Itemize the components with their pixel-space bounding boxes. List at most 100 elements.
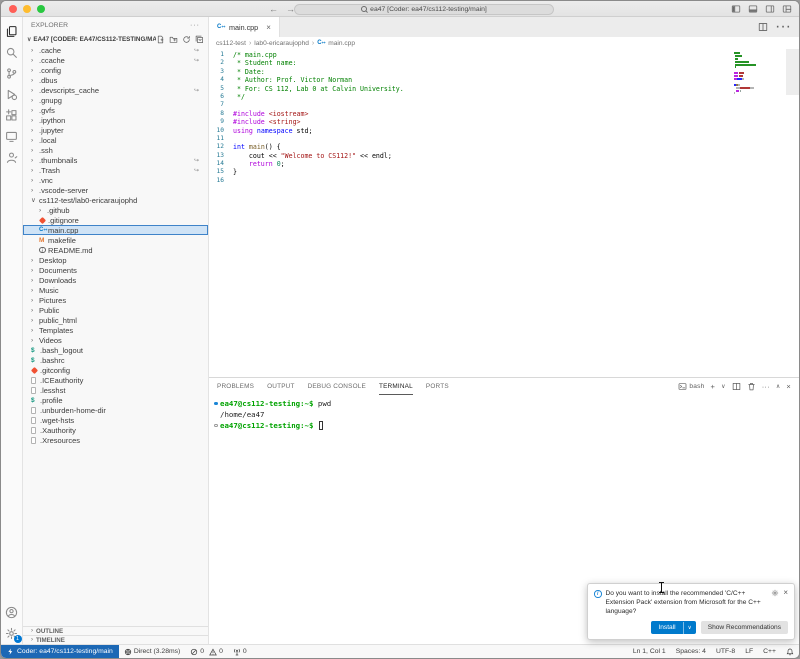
tree-item--jupyter[interactable]: ›.jupyter <box>23 125 208 135</box>
activity-accounts-icon[interactable] <box>1 602 23 623</box>
tree-item-readme-md[interactable]: iREADME.md <box>23 245 208 255</box>
activity-remote-explorer-icon[interactable] <box>1 126 23 147</box>
show-recommendations-button[interactable]: Show Recommendations <box>701 621 788 634</box>
tree-item--bash-logout[interactable]: $.bash_logout <box>23 345 208 355</box>
refresh-icon[interactable] <box>182 35 191 44</box>
activity-coder-icon[interactable] <box>1 147 23 168</box>
tree-item-videos[interactable]: ›Videos <box>23 335 208 345</box>
tree-item-main-cpp[interactable]: C++main.cpp <box>23 225 208 235</box>
tree-item-makefile[interactable]: Mmakefile <box>23 235 208 245</box>
kill-terminal-icon[interactable] <box>747 382 756 391</box>
tree-item--gvfs[interactable]: ›.gvfs <box>23 105 208 115</box>
timeline-section[interactable]: › TIMELINE <box>23 635 208 644</box>
language-mode[interactable]: C++ <box>758 645 781 658</box>
panel-tab-terminal[interactable]: TERMINAL <box>379 378 413 395</box>
minimap[interactable] <box>734 52 776 98</box>
code-editor[interactable]: 1/* main.cpp2 * Student name:3 * Date:4 … <box>209 49 799 377</box>
editor-more-actions-icon[interactable]: ··· <box>775 18 791 36</box>
maximize-panel-icon[interactable]: ∧ <box>776 383 781 390</box>
new-file-icon[interactable] <box>156 35 165 44</box>
close-panel-icon[interactable]: × <box>786 382 791 391</box>
breadcrumb-segment[interactable]: cs112-test <box>216 40 246 47</box>
tree-item--xresources[interactable]: .Xresources <box>23 435 208 445</box>
layout-sidebar-right-icon[interactable] <box>765 4 775 14</box>
explorer-more-actions-icon[interactable]: ··· <box>190 22 200 29</box>
tree-item--iceauthority[interactable]: .ICEauthority <box>23 375 208 385</box>
breadcrumb-segment[interactable]: main.cpp <box>328 40 355 47</box>
close-tab-icon[interactable]: × <box>266 23 271 32</box>
split-editor-icon[interactable] <box>758 22 768 32</box>
tree-item--ssh[interactable]: ›.ssh <box>23 145 208 155</box>
tree-item--vnc[interactable]: ›.vnc <box>23 175 208 185</box>
tree-item--unburden-home-dir[interactable]: .unburden-home-dir <box>23 405 208 415</box>
tree-item-music[interactable]: ›Music <box>23 285 208 295</box>
minimize-window-button[interactable] <box>23 5 31 13</box>
activity-run-and-debug-icon[interactable] <box>1 84 23 105</box>
panel-tab-output[interactable]: OUTPUT <box>267 378 294 395</box>
close-icon[interactable]: × <box>783 589 788 597</box>
breadcrumb[interactable]: cs112-test›lab0-ericaraujophd›C++main.cp… <box>209 37 799 49</box>
tree-item--ccache[interactable]: ›.ccache↪ <box>23 55 208 65</box>
tab-main-cpp[interactable]: C++ main.cpp × <box>209 17 280 37</box>
nav-back-icon[interactable]: ← <box>269 4 278 14</box>
activity-extensions-icon[interactable] <box>1 105 23 126</box>
ports-status[interactable]: 0 <box>228 645 252 658</box>
editor-scrollbar[interactable] <box>786 49 799 95</box>
activity-settings-icon[interactable]: 1 <box>1 623 23 644</box>
problems-status[interactable]: 0 0 <box>185 645 228 658</box>
tree-item--devscripts-cache[interactable]: ›.devscripts_cache↪ <box>23 85 208 95</box>
layout-customize-icon[interactable] <box>782 4 792 14</box>
tree-item--gnupg[interactable]: ›.gnupg <box>23 95 208 105</box>
breadcrumb-segment[interactable]: lab0-ericaraujophd <box>254 40 309 47</box>
collapse-all-icon[interactable] <box>195 35 204 44</box>
install-button[interactable]: Install ∨ <box>651 621 695 634</box>
activity-search-icon[interactable] <box>1 42 23 63</box>
gear-icon[interactable] <box>771 589 779 597</box>
eol-sequence[interactable]: LF <box>740 645 758 658</box>
tree-item--dbus[interactable]: ›.dbus <box>23 75 208 85</box>
tree-item-cs112-test-lab0-ericaraujophd[interactable]: ∨cs112-test/lab0-ericaraujophd <box>23 195 208 205</box>
tree-item-public-html[interactable]: ›public_html <box>23 315 208 325</box>
activity-source-control-icon[interactable] <box>1 63 23 84</box>
panel-tab-ports[interactable]: PORTS <box>426 378 449 395</box>
layout-sidebar-left-icon[interactable] <box>731 4 741 14</box>
tree-item--wget-hsts[interactable]: .wget-hsts <box>23 415 208 425</box>
new-folder-icon[interactable] <box>169 35 178 44</box>
tree-item-public[interactable]: ›Public <box>23 305 208 315</box>
cursor-position[interactable]: Ln 1, Col 1 <box>628 645 671 658</box>
layout-panel-icon[interactable] <box>748 4 758 14</box>
tree-item--config[interactable]: ›.config <box>23 65 208 75</box>
tree-item--thumbnails[interactable]: ›.thumbnails↪ <box>23 155 208 165</box>
maximize-window-button[interactable] <box>37 5 45 13</box>
tree-item--lesshst[interactable]: .lesshst <box>23 385 208 395</box>
network-status[interactable]: Direct (3.28ms) <box>119 645 185 658</box>
workspace-section-header[interactable]: ∨ EA47 [CODER: EA47/CS112-TESTING/MAIN] <box>23 33 208 45</box>
new-terminal-icon[interactable]: + <box>711 382 716 391</box>
tree-item-templates[interactable]: ›Templates <box>23 325 208 335</box>
split-terminal-icon[interactable] <box>732 382 741 391</box>
tree-item--github[interactable]: ›.github <box>23 205 208 215</box>
tree-item--gitconfig[interactable]: .gitconfig <box>23 365 208 375</box>
close-window-button[interactable] <box>9 5 17 13</box>
terminal-shell-picker[interactable]: bash <box>678 382 704 391</box>
tree-item-pictures[interactable]: ›Pictures <box>23 295 208 305</box>
tree-item--local[interactable]: ›.local <box>23 135 208 145</box>
tree-item--vscode-server[interactable]: ›.vscode-server <box>23 185 208 195</box>
indentation[interactable]: Spaces: 4 <box>671 645 711 658</box>
tree-item-desktop[interactable]: ›Desktop <box>23 255 208 265</box>
activity-explorer-icon[interactable] <box>1 21 23 42</box>
tree-item-downloads[interactable]: ›Downloads <box>23 275 208 285</box>
command-center[interactable]: ea47 [Coder: ea47/cs112-testing/main] <box>294 4 554 15</box>
remote-indicator[interactable]: Coder: ea47/cs112-testing/main <box>1 645 119 658</box>
panel-more-actions-icon[interactable]: ··· <box>762 382 770 391</box>
tree-item--cache[interactable]: ›.cache↪ <box>23 45 208 55</box>
tree-item--bashrc[interactable]: $.bashrc <box>23 355 208 365</box>
tree-item--trash[interactable]: ›.Trash↪ <box>23 165 208 175</box>
tree-item-documents[interactable]: ›Documents <box>23 265 208 275</box>
tree-item--profile[interactable]: $.profile <box>23 395 208 405</box>
tree-item--gitignore[interactable]: .gitignore <box>23 215 208 225</box>
install-dropdown-icon[interactable]: ∨ <box>683 622 696 634</box>
tree-item--xauthority[interactable]: .Xauthority <box>23 425 208 435</box>
notifications-bell[interactable] <box>781 645 799 658</box>
outline-section[interactable]: › OUTLINE <box>23 626 208 635</box>
